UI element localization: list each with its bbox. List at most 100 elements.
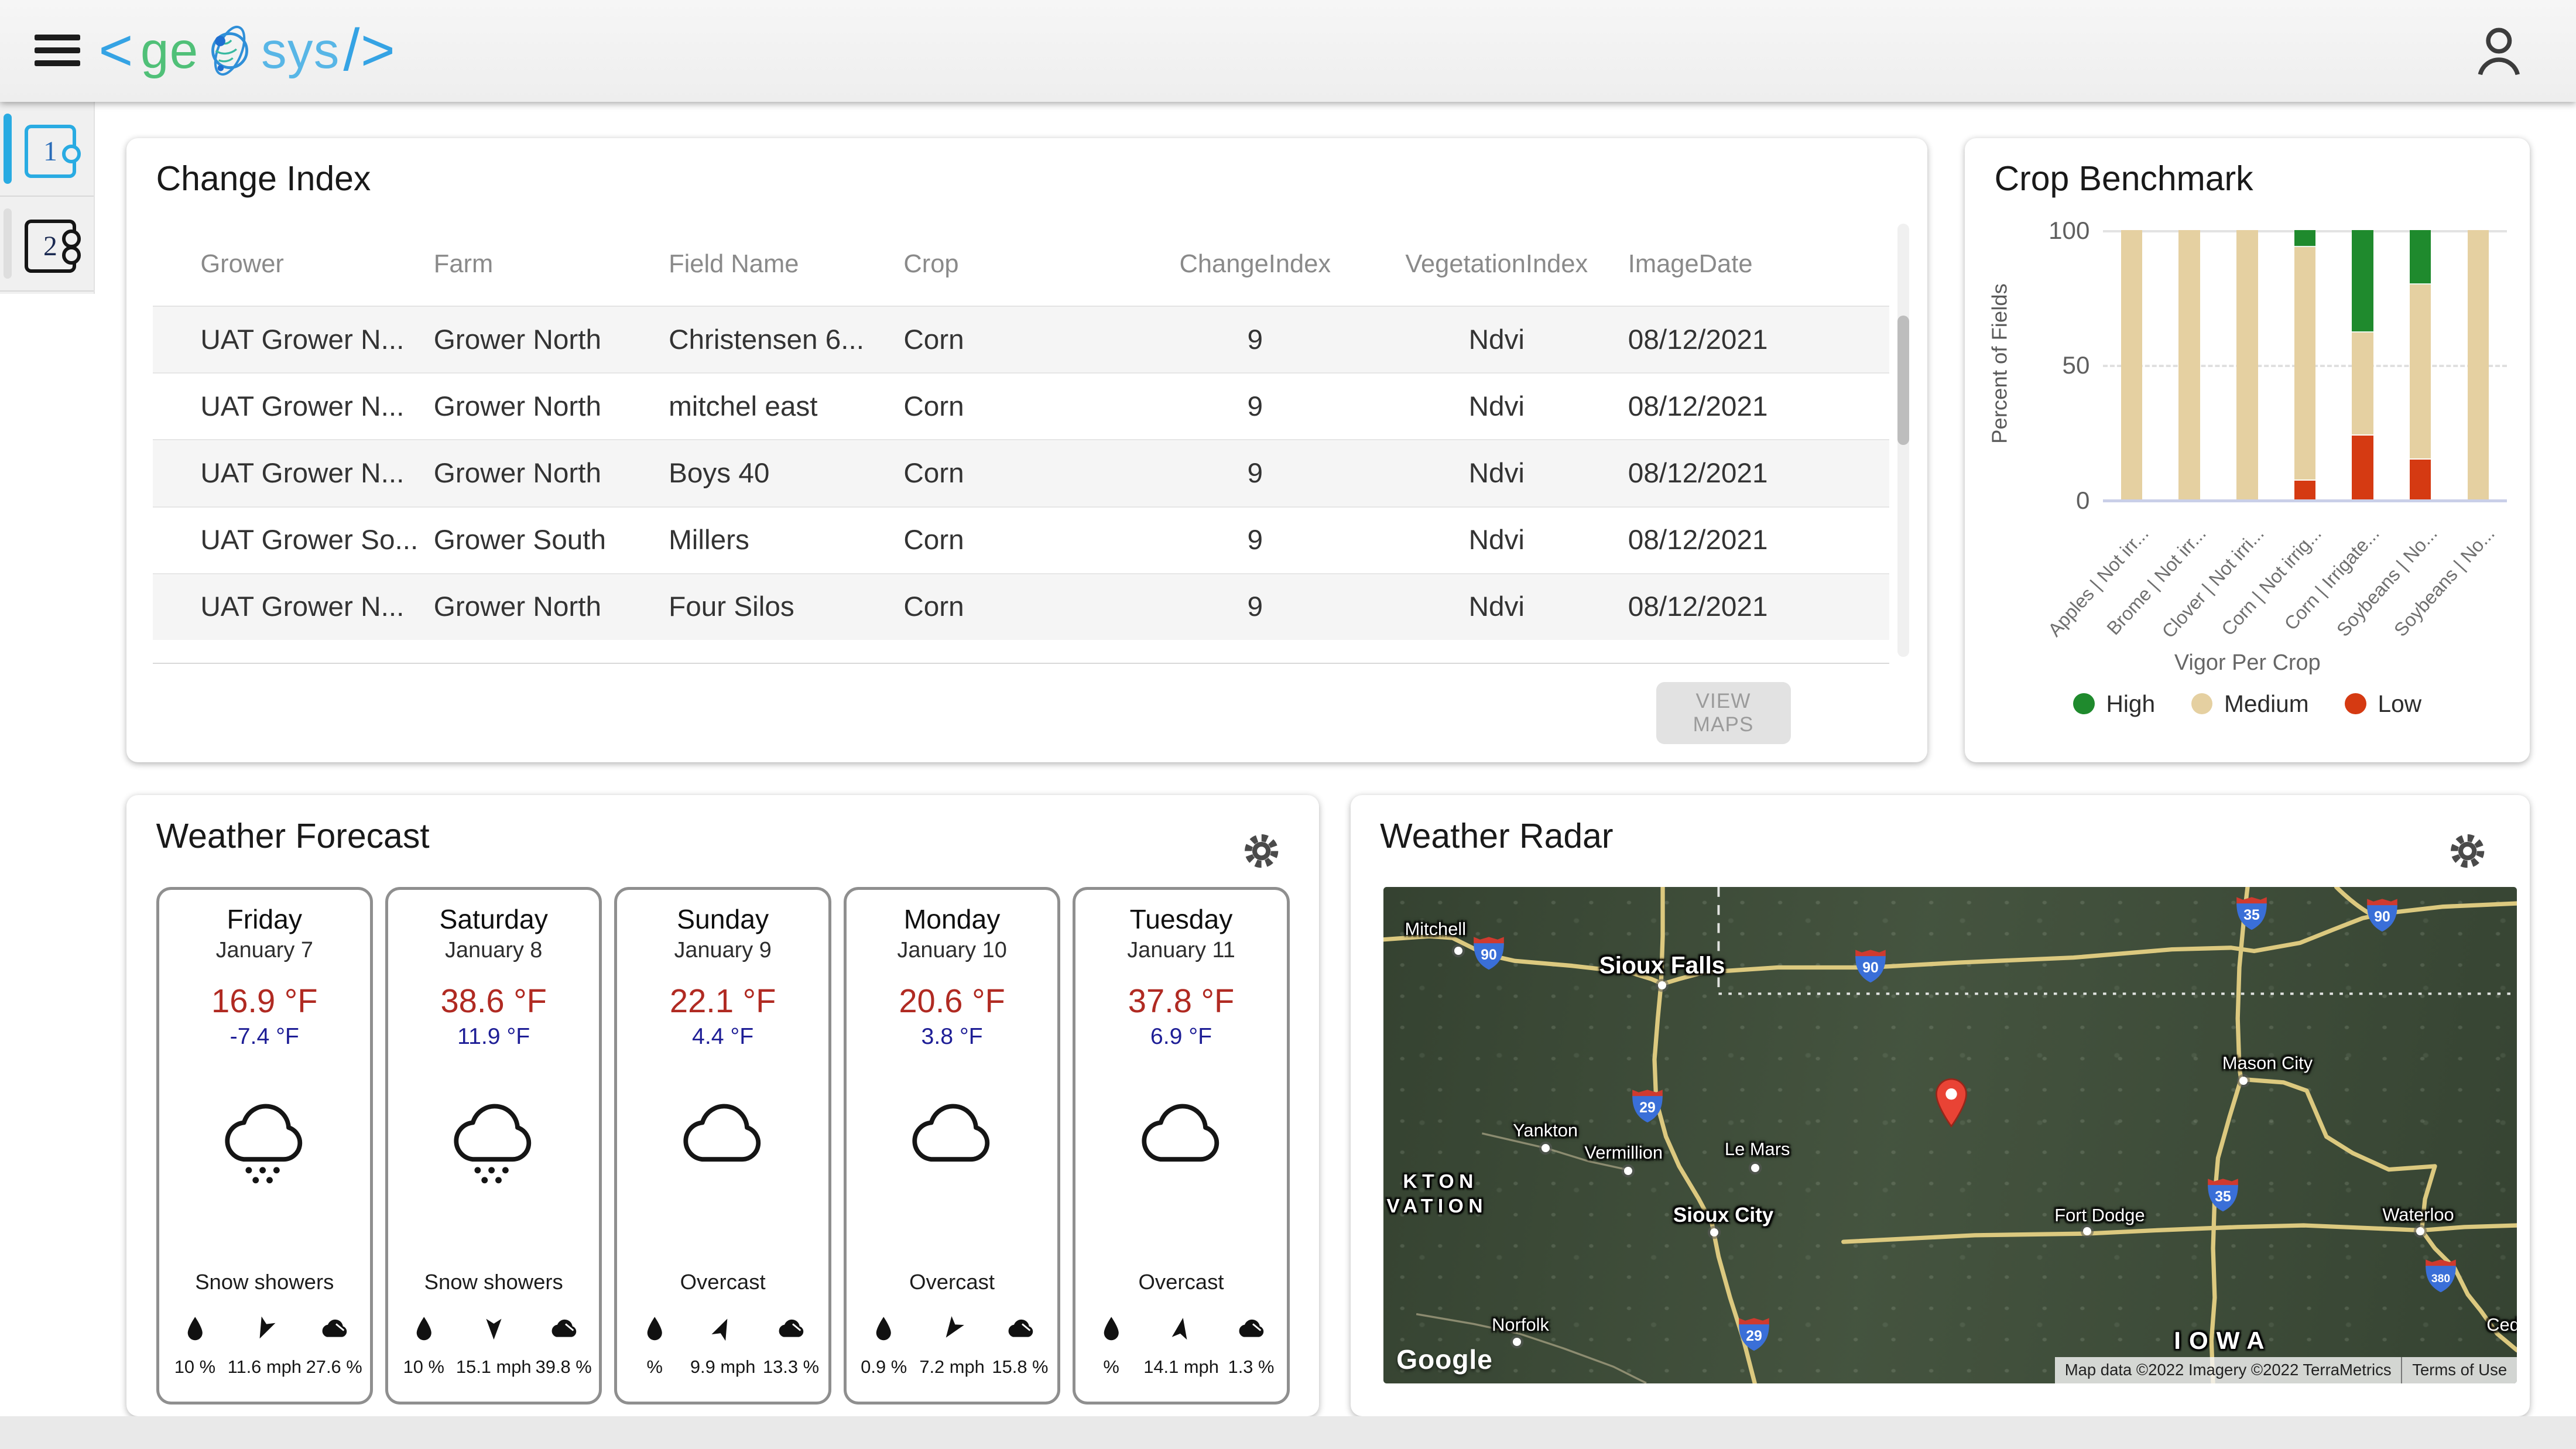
svg-text:90: 90 [2374,910,2390,926]
svg-text:90: 90 [1481,947,1497,963]
day-date: January 7 [159,938,370,963]
bar-segment-medium [2236,230,2258,499]
low-temperature: 11.9 °F [388,1023,599,1050]
forecast-settings-gear-icon[interactable] [1242,831,1281,871]
table-cell: Grower North [434,324,669,356]
wind-direction-icon [1166,1314,1197,1344]
terms-of-use-link[interactable]: Terms of Use [2401,1357,2517,1383]
cloud-cover-icon [548,1318,579,1339]
svg-text:35: 35 [2215,1189,2232,1205]
bar-segment-high [2410,230,2431,285]
x-tick-label: Soybeans | No... [2332,523,2442,641]
low-temperature: 6.9 °F [1075,1023,1286,1050]
day-name: Monday [847,903,1057,935]
table-cell: 9 [1145,390,1365,423]
table-scrollbar-track[interactable] [1897,224,1909,657]
table-cell: Corn [903,390,1145,423]
interstate-shield-90: 90 [2363,895,2401,936]
chart-legend: High Medium Low [1965,690,2530,718]
interstate-shield-380: 380 [2422,1256,2460,1297]
wind-stat: 9.9 mph [688,1307,756,1378]
day-name: Sunday [617,903,828,935]
legend-item-low: Low [2345,690,2421,718]
bar-6 [2392,230,2450,499]
column-header[interactable]: Farm [434,250,669,279]
table-cell: Ndvi [1365,591,1628,623]
wind-stat: 14.1 mph [1143,1307,1219,1378]
crop-benchmark-panel: Crop Benchmark Percent of Fields 100 50 … [1965,138,2530,762]
x-tick-label: Brome | Not irr... [2103,523,2211,639]
table-cell: Corn [903,324,1145,356]
condition-text: Snow showers [159,1270,370,1294]
google-logo: Google [1396,1344,1493,1375]
cloud-stat: 39.8 % [532,1307,596,1378]
table-row[interactable]: UAT Grower N...Grower NorthFour SilosCor… [153,573,1889,640]
interstate-shield-90: 90 [1470,933,1508,974]
table-cell: UAT Grower N... [200,457,433,489]
map-canvas[interactable]: MitchellSioux FallsYanktonVermillionLe M… [1383,887,2517,1383]
high-temperature: 16.9 °F [159,982,370,1020]
change-index-title: Change Index [156,159,371,198]
table-scrollbar-thumb[interactable] [1897,316,1909,446]
low-temperature: 4.4 °F [617,1023,828,1050]
bar-segment-medium [2178,230,2200,499]
high-temperature: 20.6 °F [847,982,1057,1020]
interstate-shield-90: 90 [1852,946,1890,987]
table-row[interactable]: UAT Grower So...Grower SouthMillersCorn9… [153,506,1889,573]
cloud-cover-icon [775,1318,806,1339]
column-header[interactable]: ImageDate [1628,250,1875,279]
day-name: Tuesday [1075,903,1286,935]
column-header[interactable]: Field Name [669,250,903,279]
column-header[interactable]: ChangeIndex [1145,250,1365,279]
day-stats: %9.9 mph13.3 % [621,1307,825,1378]
column-header[interactable]: VegetationIndex [1365,250,1628,279]
map-attribution: Map data ©2022 Imagery ©2022 TerraMetric… [2055,1357,2517,1383]
table-cell: UAT Grower So... [200,524,433,556]
user-avatar-icon[interactable] [2468,20,2530,83]
table-cell: Grower North [434,591,669,623]
precip-stat: 10 % [162,1307,227,1378]
cloud-cover-icon [318,1318,350,1339]
high-temperature: 38.6 °F [388,982,599,1020]
x-tick-label: Clover | Not irri... [2157,523,2268,642]
logo-close-bracket: /> [343,17,396,84]
bar-2 [2160,230,2218,499]
logo-text-ge: ge [141,22,199,80]
wind-stat: 15.1 mph [456,1307,532,1378]
menu-hamburger-icon[interactable] [35,35,81,67]
table-cell: 9 [1145,524,1365,556]
map-city-label: Norfolk [1492,1314,1549,1335]
location-pin-icon[interactable] [1933,1077,1971,1128]
legend-item-medium: Medium [2191,690,2309,718]
bar-segment-medium [2468,230,2489,499]
table-cell: 08/12/2021 [1628,591,1875,623]
view-maps-button[interactable]: VIEW MAPS [1656,682,1791,745]
active-indicator-bar [4,114,12,184]
column-header[interactable]: Crop [903,250,1145,279]
table-cell: mitchel east [669,390,903,423]
table-cell: 08/12/2021 [1628,390,1875,423]
x-tick-label: Apples | Not irr... [2044,523,2153,641]
cloud-icon [905,1100,1000,1189]
table-row[interactable]: UAT Grower N...Grower NorthChristensen 6… [153,307,1889,372]
bar-segment-high [2352,230,2373,333]
legend-label: Low [2378,690,2422,718]
condition-text: Overcast [847,1270,1057,1294]
table-row[interactable]: UAT Grower N...Grower Northmitchel eastC… [153,372,1889,439]
legend-swatch [2191,693,2212,714]
legend-label: Medium [2224,690,2309,718]
map-city-label: Yankton [1513,1120,1578,1141]
radar-settings-gear-icon[interactable] [2448,831,2487,871]
x-tick-label: Soybeans | No... [2390,523,2499,641]
sidebar-item-1[interactable]: 1 [0,102,94,197]
sidebar-item-2[interactable]: 2 [0,197,94,292]
column-header[interactable]: Grower [200,250,433,279]
table-cell: 9 [1145,457,1365,489]
interstate-shield-35: 35 [2233,893,2271,934]
map-city-label: Mason City [2222,1053,2313,1074]
forecast-day-cards: FridayJanuary 716.9 °F-7.4 °FSnow shower… [156,887,1290,1405]
table-row[interactable]: UAT Grower N...Grower NorthBoys 40Corn9N… [153,439,1889,506]
legend-item-high: High [2073,690,2155,718]
day-date: January 8 [388,938,599,963]
app-header: <ge sys/> [0,0,2576,102]
